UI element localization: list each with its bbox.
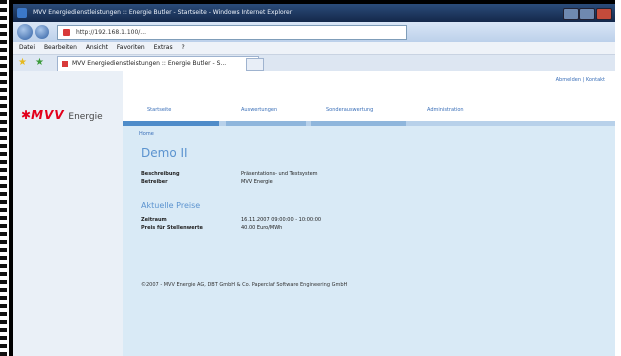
detail-value: Präsentations- und Testsystem bbox=[241, 171, 318, 177]
tab-page-icon bbox=[62, 61, 68, 67]
price-label: Zeitraum bbox=[141, 217, 167, 223]
new-tab-button[interactable] bbox=[246, 58, 264, 71]
tab-bar: ★ ★ MVV Energiedienstleistungen :: Energ… bbox=[13, 55, 615, 72]
address-bar: http://192.168.1.100/... bbox=[13, 22, 615, 42]
menu-help[interactable]: ? bbox=[182, 44, 185, 51]
menu-extras[interactable]: Extras bbox=[154, 44, 173, 51]
detail-label: Beschreibung bbox=[141, 171, 180, 177]
footer-copyright: ©2007 - MVV Energie AG, DBT GmbH & Co. P… bbox=[141, 282, 348, 288]
price-value: 16.11.2007 09:00:00 - 10:00:00 bbox=[241, 217, 322, 223]
tab-title: MVV Energiedienstleistungen :: Energie B… bbox=[72, 60, 227, 67]
ie-icon bbox=[17, 8, 27, 18]
favorites-star-icon[interactable]: ★ bbox=[18, 57, 27, 69]
back-icon[interactable] bbox=[17, 24, 33, 40]
url-text: http://192.168.1.100/... bbox=[76, 29, 147, 36]
breadcrumb[interactable]: Home bbox=[139, 131, 154, 137]
content-panel: Home Demo II Beschreibung Präsentations-… bbox=[123, 126, 615, 356]
detail-value: MVV Energie bbox=[241, 179, 273, 185]
price-label: Preis für Stellenwerte bbox=[141, 225, 203, 231]
menu-ansicht[interactable]: Ansicht bbox=[86, 44, 108, 51]
menu-bearbeiten[interactable]: Bearbeiten bbox=[44, 44, 77, 51]
maximize-button[interactable] bbox=[579, 8, 595, 20]
url-input[interactable]: http://192.168.1.100/... bbox=[57, 25, 407, 40]
mvv-logo: ✱MVV Energie bbox=[21, 108, 103, 122]
minimize-button[interactable] bbox=[563, 8, 579, 20]
page-title: Demo II bbox=[141, 146, 188, 160]
close-button[interactable] bbox=[596, 8, 612, 20]
detail-label: Betreiber bbox=[141, 179, 168, 185]
page-icon bbox=[63, 29, 70, 36]
browser-tab[interactable]: MVV Energiedienstleistungen :: Energie B… bbox=[57, 56, 259, 71]
price-value: 40.00 Euro/MWh bbox=[241, 225, 283, 231]
main-nav: Startseite Auswertungen Sonderauswertung… bbox=[123, 107, 615, 119]
menu-favoriten[interactable]: Favoriten bbox=[117, 44, 145, 51]
add-favorite-icon[interactable]: ★ bbox=[35, 57, 44, 69]
nav-startseite[interactable]: Startseite bbox=[147, 107, 171, 113]
title-bar: MVV Energiedienstleistungen :: Energie B… bbox=[13, 4, 615, 22]
menu-datei[interactable]: Datei bbox=[19, 44, 35, 51]
dashed-border bbox=[0, 0, 7, 356]
window-title: MVV Energiedienstleistungen :: Energie B… bbox=[33, 9, 293, 16]
nav-administration[interactable]: Administration bbox=[427, 107, 464, 113]
browser-window: MVV Energiedienstleistungen :: Energie B… bbox=[13, 4, 615, 356]
nav-sonderauswertung[interactable]: Sonderauswertung bbox=[326, 107, 373, 113]
nav-auswertungen[interactable]: Auswertungen bbox=[241, 107, 277, 113]
user-links[interactable]: Abmelden | Kontakt bbox=[556, 77, 605, 83]
section-title: Aktuelle Preise bbox=[141, 201, 201, 210]
forward-icon[interactable] bbox=[35, 25, 49, 39]
page-viewport: ✱MVV Energie Abmelden | Kontakt Startsei… bbox=[13, 71, 615, 356]
menu-bar: Datei Bearbeiten Ansicht Favoriten Extra… bbox=[13, 42, 615, 55]
